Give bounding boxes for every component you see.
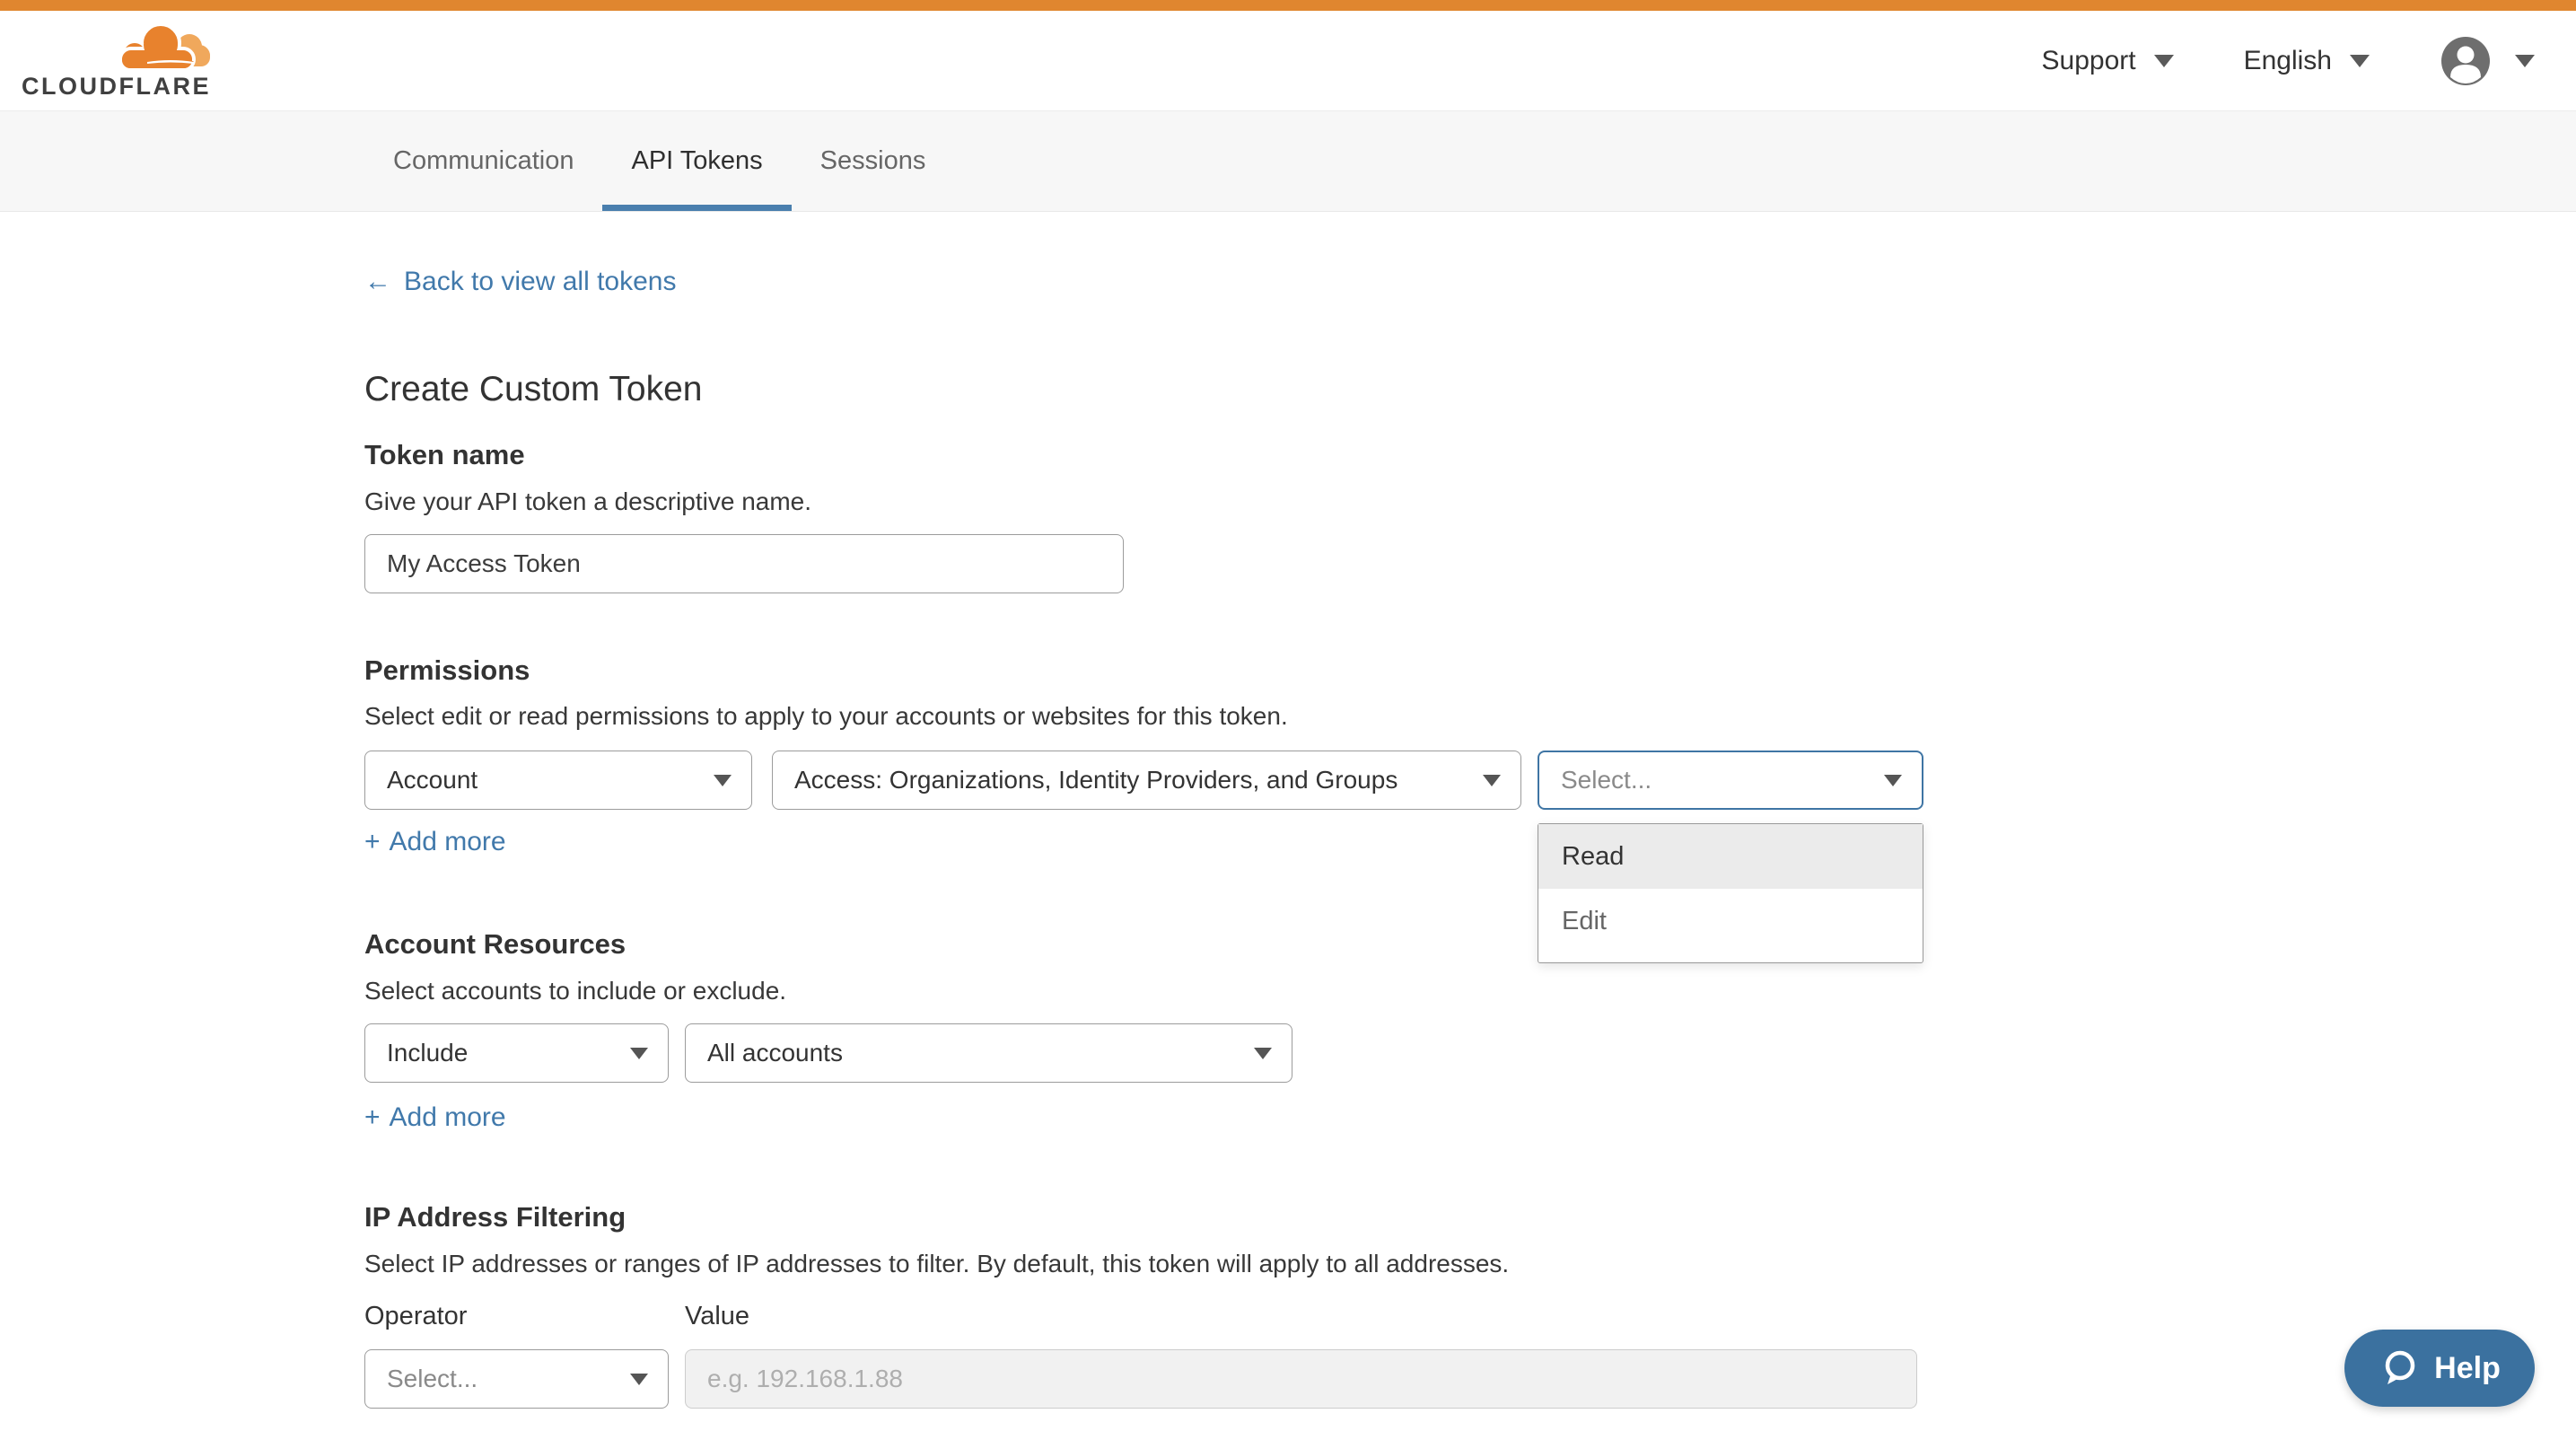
cloudflare-wordmark: CLOUDFLARE (22, 73, 211, 101)
page-title: Create Custom Token (364, 370, 702, 409)
token-name-input[interactable] (364, 534, 1124, 593)
resource-accounts-value: All accounts (707, 1039, 843, 1067)
account-resources-row: Include All accounts (364, 1023, 1292, 1083)
tab-communication[interactable]: Communication (364, 111, 602, 211)
chevron-down-icon (1884, 775, 1902, 786)
access-dropdown-menu: Read Edit (1538, 823, 1923, 963)
menu-item-edit[interactable]: Edit (1538, 889, 1923, 953)
ip-operator-select[interactable]: Select... (364, 1349, 669, 1409)
operator-label: Operator (364, 1302, 467, 1331)
permission-group-select[interactable]: Access: Organizations, Identity Provider… (772, 751, 1521, 810)
back-link-label: Back to view all tokens (404, 267, 676, 297)
top-orange-bar (0, 0, 2576, 11)
menu-item-read[interactable]: Read (1538, 824, 1923, 889)
plus-icon: + (364, 827, 381, 857)
chevron-down-icon (1254, 1048, 1272, 1059)
permission-scope-select[interactable]: Account (364, 751, 752, 810)
account-resources-add-more-link[interactable]: + Add more (364, 1102, 506, 1133)
chevron-down-icon (2350, 55, 2370, 67)
cloudflare-logo[interactable]: CLOUDFLARE (22, 20, 210, 102)
resource-mode-value: Include (387, 1039, 468, 1067)
ip-filtering-heading: IP Address Filtering (364, 1201, 626, 1233)
language-menu[interactable]: English (2244, 46, 2370, 76)
support-menu[interactable]: Support (2042, 46, 2174, 76)
ip-filtering-description: Select IP addresses or ranges of IP addr… (364, 1250, 1509, 1278)
chevron-down-icon (2154, 55, 2174, 67)
permission-access-placeholder: Select... (1561, 766, 1652, 795)
value-label: Value (685, 1302, 749, 1331)
support-label: Support (2042, 46, 2136, 76)
chevron-down-icon (630, 1374, 648, 1385)
back-to-tokens-link[interactable]: ← Back to view all tokens (364, 267, 676, 297)
ip-value-input (685, 1349, 1917, 1409)
permissions-heading: Permissions (364, 654, 530, 687)
resource-accounts-select[interactable]: All accounts (685, 1023, 1292, 1083)
token-name-description: Give your API token a descriptive name. (364, 487, 811, 516)
token-name-heading: Token name (364, 439, 525, 471)
profile-tabbar: Communication API Tokens Sessions (0, 111, 2576, 212)
permission-access-select[interactable]: Select... (1538, 751, 1923, 810)
chat-bubble-icon (2379, 1348, 2420, 1389)
header: CLOUDFLARE Support English (0, 11, 2576, 111)
chevron-down-icon (714, 775, 732, 786)
resource-mode-select[interactable]: Include (364, 1023, 669, 1083)
plus-icon: + (364, 1102, 381, 1133)
language-label: English (2244, 46, 2332, 76)
permissions-add-more-link[interactable]: + Add more (364, 827, 506, 857)
ip-operator-placeholder: Select... (387, 1365, 478, 1393)
active-tab-underline (602, 205, 791, 211)
tab-sessions[interactable]: Sessions (792, 111, 955, 211)
chevron-down-icon (2515, 55, 2535, 67)
permissions-row: Account Access: Organizations, Identity … (364, 751, 1923, 810)
chevron-down-icon (630, 1048, 648, 1059)
permission-scope-value: Account (387, 766, 478, 795)
help-button[interactable]: Help (2344, 1330, 2535, 1407)
permissions-description: Select edit or read permissions to apply… (364, 702, 1288, 731)
user-avatar-icon (2440, 35, 2492, 87)
account-menu[interactable] (2440, 35, 2535, 87)
chevron-down-icon (1483, 775, 1501, 786)
account-resources-heading: Account Resources (364, 928, 626, 961)
cloudflare-cloud-icon (117, 22, 210, 72)
header-nav: Support English (2042, 11, 2535, 111)
back-arrow-icon: ← (364, 267, 391, 297)
ip-filtering-row: Select... (364, 1349, 1917, 1409)
tab-api-tokens[interactable]: API Tokens (602, 111, 791, 211)
permission-group-value: Access: Organizations, Identity Provider… (794, 766, 1398, 795)
help-button-label: Help (2434, 1351, 2501, 1386)
permission-access-wrap: Select... Read Edit (1538, 751, 1923, 810)
account-resources-description: Select accounts to include or exclude. (364, 977, 786, 1005)
